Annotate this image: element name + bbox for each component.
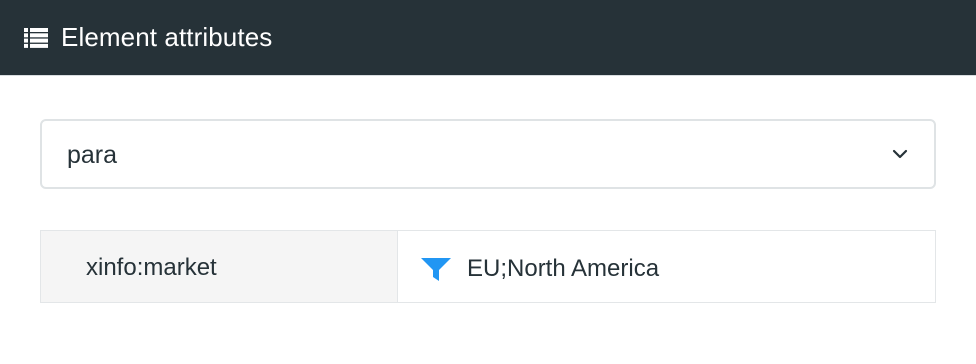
element-select-value: para [67,141,118,169]
chevron-down-icon [892,149,908,159]
panel-header: Element attributes [0,0,976,76]
element-select[interactable]: para [40,119,936,189]
panel-title: Element attributes [61,22,273,52]
attribute-name-cell: xinfo:market [41,231,398,302]
attribute-name: xinfo:market [86,254,217,281]
attributes-table: xinfo:market EU;North America [40,230,936,303]
attribute-value: EU;North America [467,255,660,282]
filter-icon [421,258,451,281]
list-icon [24,28,48,48]
attribute-value-cell[interactable]: EU;North America [398,231,935,302]
